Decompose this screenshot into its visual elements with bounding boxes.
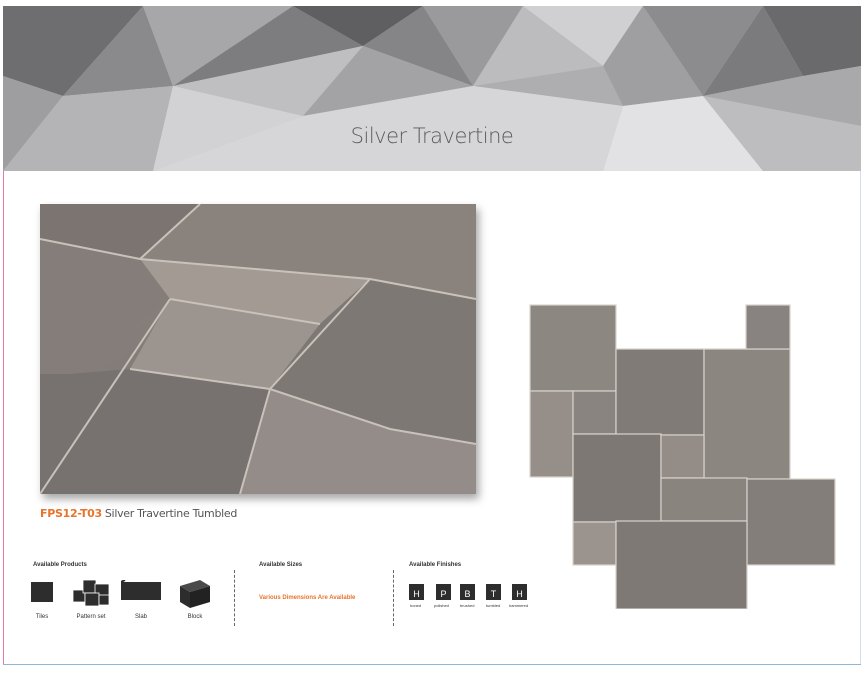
- frame-line-left: [3, 171, 4, 665]
- frame-line-bottom: [3, 664, 861, 665]
- product-name: Silver Travertine Tumbled: [104, 507, 238, 520]
- section-divider: [393, 570, 394, 626]
- product-caption: FPS12-T03 Silver Travertine Tumbled: [40, 507, 237, 520]
- product-slab: Slab: [120, 579, 161, 620]
- finish-brushed-icon: B: [460, 584, 475, 600]
- finish-polished-icon: P: [436, 584, 451, 600]
- product-label: Pattern set: [76, 614, 106, 620]
- finish-label: brushed: [460, 603, 475, 608]
- finish-label: tumbled: [486, 603, 501, 608]
- available-sizes-heading: Available Sizes: [259, 562, 303, 568]
- section-divider: [234, 570, 235, 626]
- stone-floor-photo: [40, 204, 476, 494]
- available-finishes-heading: Available Finishes: [409, 562, 462, 568]
- slab-icon: [120, 579, 161, 600]
- pattern-set-photo: [528, 303, 838, 610]
- available-products-heading: Available Products: [33, 562, 87, 568]
- header-banner: Silver Travertine: [3, 6, 861, 171]
- finish-label: hammered: [509, 603, 529, 608]
- finish-label: honed: [410, 603, 422, 608]
- tile-icon: [31, 582, 53, 602]
- finish-label: polished: [434, 603, 449, 608]
- product-tiles: Tiles: [31, 580, 53, 620]
- page-title: Silver Travertine: [350, 124, 514, 148]
- pattern-set-icon: [72, 579, 110, 607]
- product-block: Block: [180, 580, 210, 620]
- product-label: Block: [187, 614, 203, 620]
- product-label: Slab: [134, 614, 148, 620]
- finish-tumbled-icon: T: [486, 584, 501, 600]
- finish-honed-icon: H: [409, 584, 424, 600]
- sizes-note: Various Dimensions Are Available: [259, 595, 356, 601]
- product-label: Tiles: [35, 614, 49, 620]
- block-icon: [180, 580, 210, 608]
- product-pattern-set: Pattern set: [72, 579, 110, 620]
- product-code: FPS12-T03: [40, 507, 102, 520]
- finish-hammered-icon: H: [512, 584, 527, 600]
- frame-line-right: [860, 171, 861, 665]
